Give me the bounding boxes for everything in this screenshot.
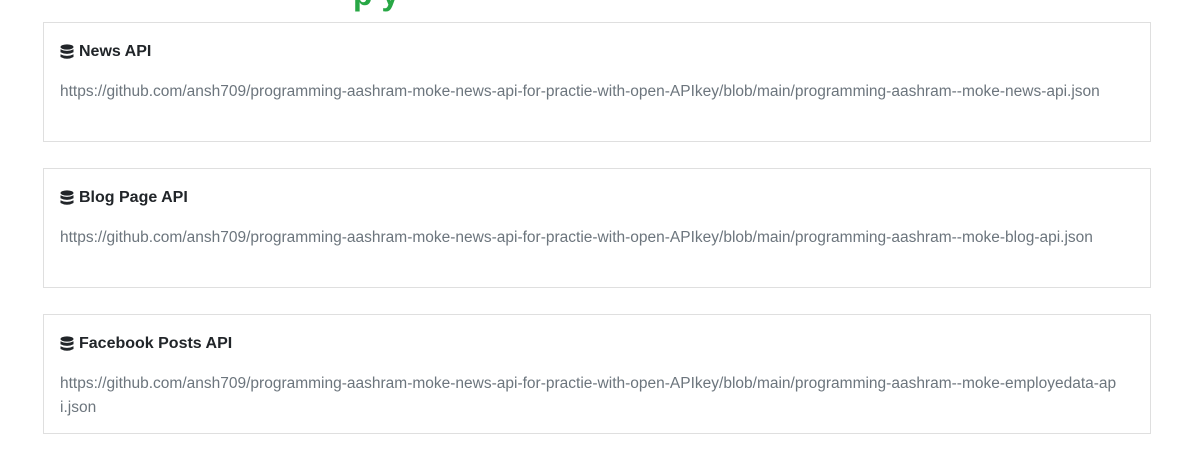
card-title-text: Facebook Posts API: [79, 335, 233, 352]
api-card-facebook: Facebook Posts API https://github.com/an…: [43, 314, 1151, 434]
database-icon: [60, 336, 74, 352]
api-url-link[interactable]: https://github.com/ansh709/programming-a…: [60, 80, 1120, 104]
api-card-news: News API https://github.com/ansh709/prog…: [43, 22, 1151, 142]
api-url-link[interactable]: https://github.com/ansh709/programming-a…: [60, 226, 1120, 250]
card-title: Facebook Posts API: [60, 334, 232, 354]
api-url-link[interactable]: https://github.com/ansh709/programming-a…: [60, 372, 1120, 420]
section-heading: p y: [353, 0, 399, 10]
card-title: News API: [60, 42, 151, 62]
database-icon: [60, 44, 74, 60]
card-title-text: Blog Page API: [79, 189, 188, 206]
card-title-text: News API: [79, 43, 152, 60]
database-icon: [60, 190, 74, 206]
card-title: Blog Page API: [60, 188, 188, 208]
api-card-blog: Blog Page API https://github.com/ansh709…: [43, 168, 1151, 288]
